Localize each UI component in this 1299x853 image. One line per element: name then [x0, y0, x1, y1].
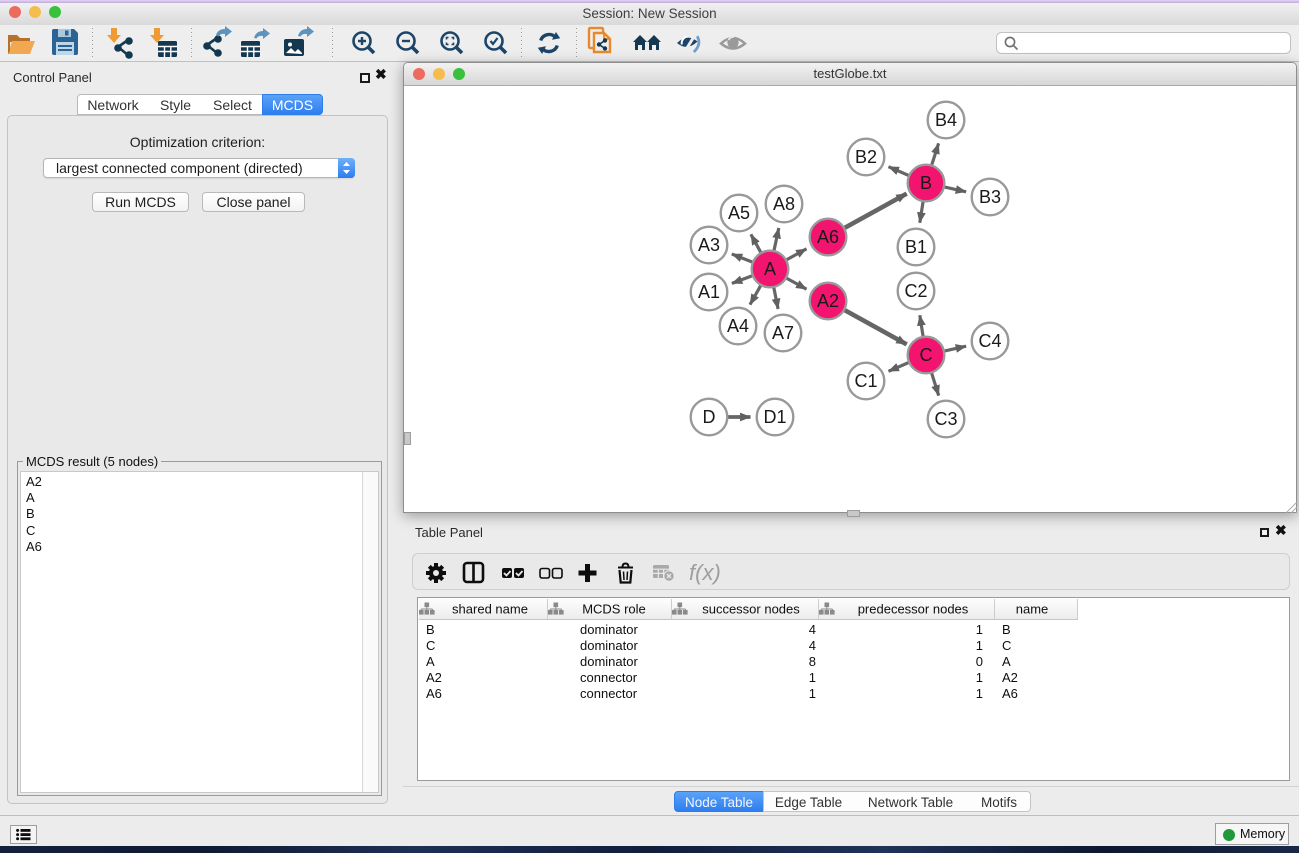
svg-text:A1: A1: [698, 282, 720, 302]
svg-text:0: 0: [976, 654, 983, 669]
svg-text:1: 1: [809, 686, 816, 701]
svg-text:A7: A7: [772, 323, 794, 343]
svg-text:f(x): f(x): [689, 560, 721, 585]
svg-text:D1: D1: [763, 407, 786, 427]
svg-text:C3: C3: [934, 409, 957, 429]
svg-text:predecessor nodes: predecessor nodes: [858, 602, 969, 617]
svg-text:A2: A2: [1002, 670, 1018, 685]
svg-text:name: name: [1016, 602, 1049, 617]
svg-text:B1: B1: [905, 237, 927, 257]
svg-text:A: A: [426, 654, 435, 669]
svg-text:A2: A2: [426, 670, 442, 685]
svg-text:B: B: [426, 622, 435, 637]
svg-text:dominator: dominator: [580, 622, 638, 637]
svg-text:B3: B3: [979, 187, 1001, 207]
svg-text:A2: A2: [817, 291, 839, 311]
svg-text:8: 8: [809, 654, 816, 669]
svg-text:4: 4: [809, 638, 816, 653]
svg-text:A6: A6: [1002, 686, 1018, 701]
svg-text:A4: A4: [727, 316, 749, 336]
svg-text:1: 1: [976, 686, 983, 701]
svg-text:C: C: [426, 638, 435, 653]
svg-text:1: 1: [809, 670, 816, 685]
svg-text:1: 1: [976, 622, 983, 637]
svg-text:D: D: [703, 407, 716, 427]
svg-text:shared name: shared name: [452, 602, 528, 617]
svg-text:C: C: [1002, 638, 1011, 653]
svg-text:MCDS role: MCDS role: [582, 602, 646, 617]
svg-text:A: A: [1002, 654, 1011, 669]
svg-text:connector: connector: [580, 686, 638, 701]
svg-text:B4: B4: [935, 110, 957, 130]
svg-text:B2: B2: [855, 147, 877, 167]
svg-text:B: B: [920, 173, 932, 193]
svg-text:dominator: dominator: [580, 638, 638, 653]
svg-text:A3: A3: [698, 235, 720, 255]
svg-text:C1: C1: [854, 371, 877, 391]
svg-text:successor nodes: successor nodes: [702, 602, 800, 617]
svg-text:B: B: [1002, 622, 1011, 637]
svg-text:A6: A6: [817, 227, 839, 247]
svg-text:4: 4: [809, 622, 816, 637]
svg-text:C: C: [920, 345, 933, 365]
svg-text:connector: connector: [580, 670, 638, 685]
svg-text:1: 1: [976, 638, 983, 653]
svg-text:C2: C2: [904, 281, 927, 301]
svg-text:A8: A8: [773, 194, 795, 214]
svg-text:A: A: [764, 259, 776, 279]
svg-text:1: 1: [976, 670, 983, 685]
svg-text:dominator: dominator: [580, 654, 638, 669]
svg-text:C4: C4: [978, 331, 1001, 351]
svg-text:A6: A6: [426, 686, 442, 701]
svg-text:A5: A5: [728, 203, 750, 223]
